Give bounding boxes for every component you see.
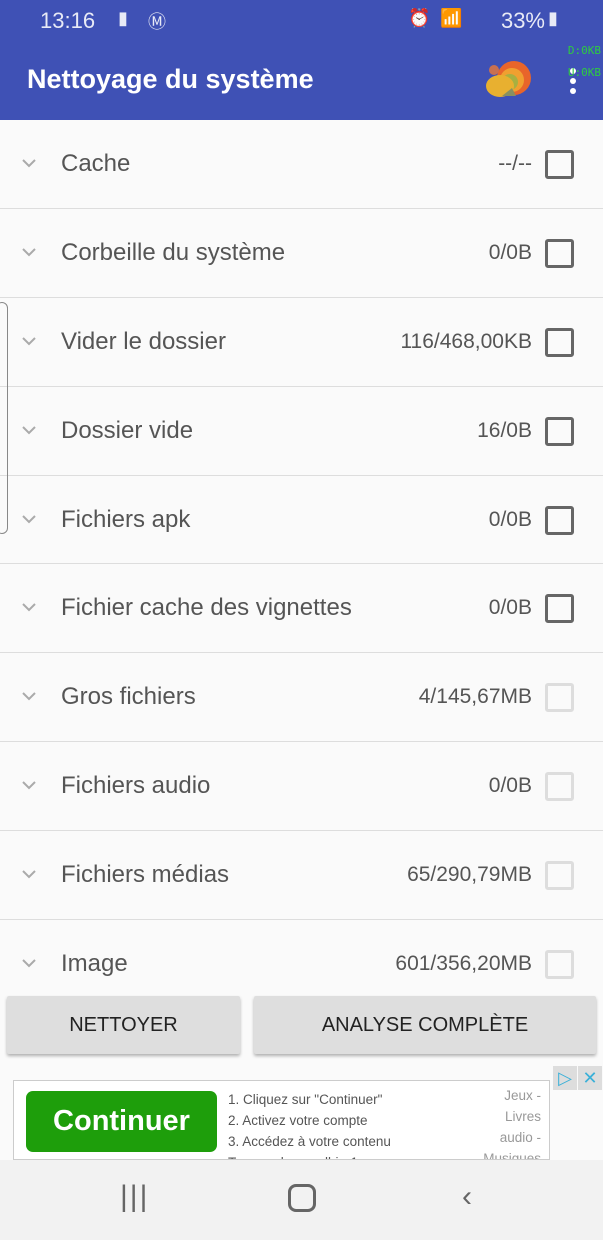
sd-card-icon: ▮ [118,8,128,28]
back-icon[interactable]: ‹ [462,1180,472,1214]
category-label: Image [61,950,128,978]
chevron-down-icon[interactable] [22,245,36,259]
status-bar: 13:16 ▮ Ⓜ ⏰ 📶 33% ▮ [0,0,603,42]
ad-side-text: Jeux - [504,1088,541,1103]
category-count: 16/0B [477,418,532,442]
category-label: Corbeille du système [61,238,286,266]
category-checkbox[interactable] [545,950,574,980]
malwarebytes-icon: Ⓜ [148,12,166,32]
category-label: Fichiers médias [61,861,230,889]
chevron-down-icon[interactable] [22,334,36,348]
category-label: Fichiers audio [61,772,211,800]
category-label: Gros fichiers [61,683,196,711]
category-row[interactable]: Fichiers médias 65/290,79MB [0,831,603,921]
category-checkbox[interactable] [545,861,574,891]
category-count: 601/356,20MB [395,952,532,976]
clean-button[interactable]: NETTOYER [7,996,240,1054]
category-count: 0/0B [488,240,532,264]
wifi-signal-icon: 📶 [440,8,463,28]
chevron-down-icon[interactable] [22,600,36,614]
cleanup-category-list: Cache --/-- Corbeille du système 0/0B Vi… [0,120,603,996]
chevron-down-icon[interactable] [22,512,36,526]
category-row[interactable]: Fichiers audio 0/0B [0,742,603,832]
category-label: Fichiers apk [61,505,191,533]
category-count: 0/0B [488,507,532,531]
category-count: 116/468,00KB [400,329,532,353]
category-row[interactable]: Dossier vide 16/0B [0,387,603,476]
category-row[interactable]: Vider le dossier 116/468,00KB [0,298,603,387]
clock: 13:16 [40,8,96,33]
ad-step: 1. Cliquez sur "Continuer" [228,1092,383,1107]
category-checkbox[interactable] [545,416,574,446]
chevron-down-icon[interactable] [22,156,36,170]
ad-step: Trouvez-le sur all-in-1 [228,1152,391,1159]
category-checkbox[interactable] [545,772,574,802]
category-row[interactable]: Fichiers apk 0/0B [0,476,603,565]
ad-side-text: audio - [499,1130,541,1145]
full-scan-button[interactable]: ANALYSE COMPLÈTE [254,996,596,1054]
category-checkbox[interactable] [545,594,574,624]
app-bar: Nettoyage du système D:0KB U:0KB [0,42,603,120]
page-title: Nettoyage du système [27,64,314,94]
ad-continue-button[interactable]: Continuer [26,1091,217,1152]
recent-apps-icon[interactable]: ||| [120,1180,149,1214]
ad-step: 3. Accédez à votre contenu [228,1134,391,1149]
category-checkbox[interactable] [545,327,574,357]
category-checkbox[interactable] [545,150,574,179]
category-row[interactable]: Gros fichiers 4/145,67MB [0,653,603,743]
download-speed: D:0KB [567,44,601,57]
category-row[interactable]: Cache --/-- [0,120,603,209]
ad-close-icon[interactable]: ✕ [578,1066,602,1090]
category-row[interactable]: Image 601/356,20MB [0,920,603,996]
category-count: --/-- [498,152,532,175]
ad-side-text: Musiques [483,1151,541,1160]
category-label: Cache [61,150,131,177]
chevron-down-icon[interactable] [22,423,36,437]
category-checkbox[interactable] [545,238,574,268]
category-checkbox[interactable] [545,505,574,535]
category-checkbox[interactable] [545,683,574,713]
upload-speed: U:0KB [567,66,601,79]
category-count: 65/290,79MB [407,863,532,887]
chevron-down-icon[interactable] [22,867,36,881]
adchoices-icon[interactable]: ▷ [553,1066,577,1090]
alarm-icon: ⏰ [408,8,431,28]
home-icon[interactable] [288,1184,316,1212]
chevron-down-icon[interactable] [22,778,36,792]
category-count: 4/145,67MB [418,685,532,709]
battery-charging-icon: ▮ [548,8,558,28]
category-count: 0/0B [488,596,532,620]
category-count: 0/0B [488,774,532,798]
category-label: Fichier cache des vignettes [61,594,352,622]
ad-side-text: Livres [504,1109,541,1124]
battery-percent: 33% [500,8,545,33]
navigation-bar: ||| ‹ [0,1160,603,1240]
side-handle[interactable] [0,302,8,534]
category-row[interactable]: Corbeille du système 0/0B [0,209,603,298]
ad-banner[interactable]: Continuer 1. Cliquez sur "Continuer" 2. … [13,1080,550,1160]
category-label: Vider le dossier [61,327,226,355]
chevron-down-icon[interactable] [22,956,36,970]
turkey-icon[interactable] [482,58,532,104]
category-label: Dossier vide [61,416,194,444]
chevron-down-icon[interactable] [22,689,36,703]
category-row[interactable]: Fichier cache des vignettes 0/0B [0,564,603,654]
ad-step: 2. Activez votre compte [228,1113,368,1128]
